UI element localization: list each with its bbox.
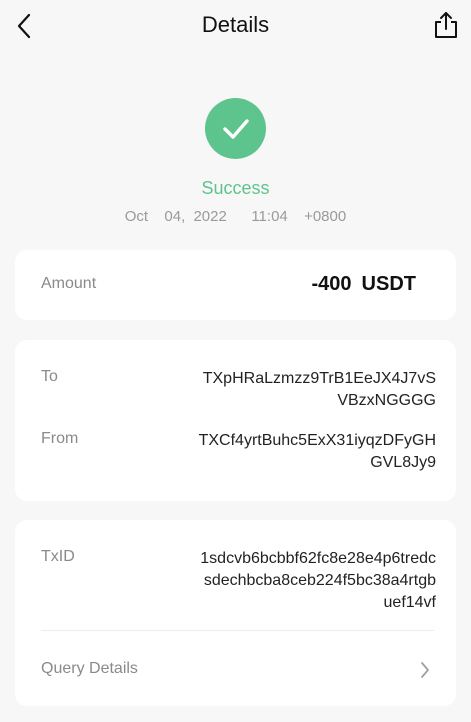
- chevron-right-icon: [416, 660, 434, 680]
- addresses-card: To TXpHRaLzmzz9TrB1EeJX4J7vS VBzxNGGGG F…: [15, 340, 456, 501]
- from-label: From: [41, 430, 79, 447]
- to-address[interactable]: TXpHRaLzmzz9TrB1EeJX4J7vS VBzxNGGGG: [203, 368, 436, 412]
- amount-value: -400: [311, 273, 352, 295]
- success-status-badge: [205, 98, 266, 159]
- amount-card: Amount -400 USDT: [15, 250, 456, 320]
- from-address[interactable]: TXCf4yrtBuhc5ExX31iyqzDFyGH GVL8Jy9: [199, 430, 436, 474]
- share-icon: [435, 12, 457, 38]
- transaction-timestamp: Oct 04, 2022 11:04 +0800: [124, 208, 347, 225]
- share-button[interactable]: [429, 6, 463, 44]
- amount-unit: USDT: [361, 273, 416, 295]
- divider: [41, 630, 434, 631]
- txid-value[interactable]: 1sdcvb6bcbbf62fc8e28e4p6tredc sdechbcba8…: [200, 548, 436, 614]
- top-bar: Details: [0, 0, 471, 52]
- query-details-label: Query Details: [41, 660, 138, 677]
- transaction-card: TxID 1sdcvb6bcbbf62fc8e28e4p6tredc sdech…: [15, 520, 456, 706]
- status-text: Success: [201, 178, 270, 198]
- page-title: Details: [201, 12, 270, 37]
- check-icon: [222, 118, 249, 139]
- amount-label: Amount: [41, 275, 97, 292]
- query-details-row[interactable]: Query Details: [15, 648, 456, 706]
- amount-value-group: -400 USDT: [312, 273, 416, 296]
- txid-label: TxID: [41, 548, 75, 565]
- to-label: To: [41, 368, 58, 385]
